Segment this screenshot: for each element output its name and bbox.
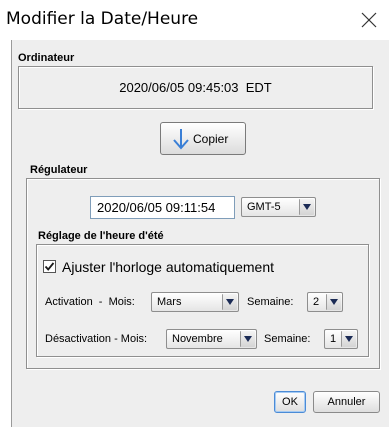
ordinateur-panel: 2020/06/05 09:45:03 EDT [18, 66, 373, 109]
ok-button[interactable]: OK [274, 391, 306, 413]
dst-label: Réglage de l'heure d'été [38, 230, 164, 242]
ordinateur-label: Ordinateur [18, 52, 75, 64]
title-bar: Modifier la Date/Heure [0, 0, 389, 40]
chevron-down-icon [341, 331, 356, 347]
date-time-dialog: Modifier la Date/Heure Ordinateur 2020/0… [0, 0, 389, 427]
timezone-select[interactable]: GMT-5 [241, 197, 316, 217]
chevron-down-icon [299, 199, 314, 215]
copy-button-label: Copier [193, 132, 229, 146]
activation-month-value: Mars [157, 296, 182, 308]
activation-week-label: Semaine: [247, 296, 294, 308]
regulator-datetime-field[interactable]: 2020/06/05 09:11:54 [90, 196, 235, 219]
regulateur-label: Régulateur [30, 164, 88, 176]
deactivation-month-select[interactable]: Novembre [166, 329, 257, 349]
close-icon [361, 12, 377, 28]
cancel-button[interactable]: Annuler [313, 391, 380, 413]
auto-dst-label: Ajuster l'horloge automatiquement [62, 259, 275, 275]
deactivation-month-value: Novembre [172, 333, 223, 345]
deactivation-week-value: 1 [330, 333, 337, 345]
chevron-down-icon [240, 331, 255, 347]
close-button[interactable] [357, 8, 381, 32]
deactivation-week-label: Semaine: [264, 333, 311, 345]
timezone-value: GMT-5 [247, 201, 281, 213]
activation-month-label: Activation - Mois: [45, 296, 135, 308]
computer-time: 2020/06/05 09:45:03 EDT [119, 80, 272, 95]
copy-button[interactable]: Copier [160, 122, 246, 155]
activation-week-select[interactable]: 2 [307, 292, 343, 312]
dialog-title: Modifier la Date/Heure [6, 9, 199, 29]
auto-dst-checkbox[interactable] [43, 260, 56, 273]
down-arrow-icon [173, 129, 189, 150]
chevron-down-icon [222, 294, 237, 310]
activation-week-value: 2 [313, 296, 320, 308]
activation-month-select[interactable]: Mars [151, 292, 239, 312]
deactivation-week-select[interactable]: 1 [324, 329, 358, 349]
deactivation-month-label: Désactivation - Mois: [45, 333, 148, 345]
checkmark-icon [44, 262, 55, 271]
chevron-down-icon [326, 294, 341, 310]
